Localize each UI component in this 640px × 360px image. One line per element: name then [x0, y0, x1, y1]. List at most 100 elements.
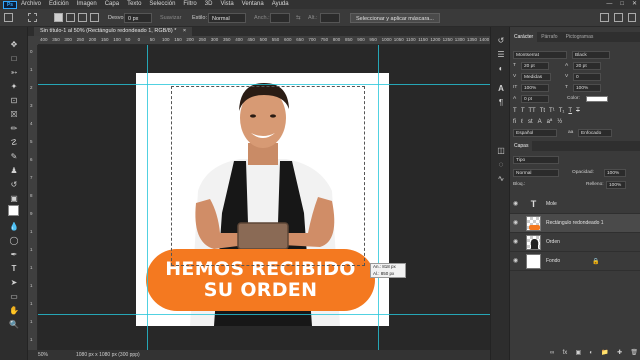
- selection-marquee[interactable]: [171, 86, 365, 266]
- vertical-scale-input[interactable]: 100%: [521, 84, 549, 92]
- close-window-icon[interactable]: ✕: [632, 0, 637, 9]
- move-tool-icon[interactable]: ✥: [3, 39, 25, 51]
- character-panel-icon[interactable]: A: [495, 83, 507, 95]
- zoom-level[interactable]: 50%: [38, 350, 48, 360]
- brush-icon[interactable]: ✎: [3, 151, 25, 163]
- tab-caracter[interactable]: Carácter: [510, 32, 538, 42]
- menu-archivo[interactable]: Archivo: [17, 0, 45, 9]
- blend-mode-select[interactable]: Normal: [513, 169, 559, 177]
- frame-icon[interactable]: ☒: [3, 109, 25, 121]
- blur-icon[interactable]: 💧: [3, 221, 25, 233]
- opacity-input[interactable]: 100%: [604, 169, 626, 177]
- menu-capa[interactable]: Capa: [101, 0, 123, 9]
- layer-row[interactable]: ◉ T Mole: [510, 195, 640, 214]
- menu-imagen[interactable]: Imagen: [73, 0, 101, 9]
- layer-filter-select[interactable]: Tipo: [513, 156, 559, 164]
- new-group-icon[interactable]: 📁: [601, 348, 608, 358]
- eyedropper-icon[interactable]: ✏: [3, 123, 25, 135]
- paragraph-panel-icon[interactable]: ¶: [495, 97, 507, 109]
- tab-pictogramas[interactable]: Pictogramas: [562, 32, 598, 42]
- menu-filtro[interactable]: Filtro: [179, 0, 200, 9]
- dodge-icon[interactable]: ◯: [3, 235, 25, 247]
- menu-ventana[interactable]: Ventana: [238, 0, 268, 9]
- zoom-icon[interactable]: 🔍: [3, 319, 25, 331]
- underline-icon[interactable]: T: [568, 107, 572, 116]
- tab-capas[interactable]: Capas: [510, 141, 533, 151]
- layer-style-icon[interactable]: fx: [563, 348, 568, 358]
- text-color-swatch[interactable]: [586, 96, 608, 102]
- smooth-checkbox[interactable]: Suavizar: [160, 13, 181, 23]
- guide-vertical-right[interactable]: [378, 45, 379, 350]
- strikethrough-icon[interactable]: T: [576, 107, 580, 116]
- paths-panel-icon[interactable]: ∿: [495, 173, 507, 185]
- properties-panel-icon[interactable]: ☰: [495, 49, 507, 61]
- horizontal-scale-input[interactable]: 100%: [573, 84, 601, 92]
- intersect-selection-icon[interactable]: [90, 13, 99, 22]
- subscript-icon[interactable]: T₁: [559, 107, 565, 116]
- home-icon[interactable]: [4, 13, 13, 22]
- delete-layer-icon[interactable]: 🗑: [630, 348, 638, 358]
- stamp-icon[interactable]: ♟: [3, 165, 25, 177]
- lock-icon[interactable]: 🔒: [592, 258, 599, 265]
- crop-icon[interactable]: ⊡: [3, 95, 25, 107]
- small-caps-icon[interactable]: Tt: [540, 107, 545, 116]
- ligature-icon[interactable]: fi: [513, 118, 516, 127]
- language-select[interactable]: Español: [513, 129, 557, 137]
- menu-vista[interactable]: Vista: [216, 0, 237, 9]
- pen-icon[interactable]: ✒: [3, 249, 25, 261]
- new-layer-icon[interactable]: ✚: [617, 348, 622, 358]
- type-tool-icon[interactable]: T: [3, 263, 25, 275]
- guide-horizontal-top[interactable]: [38, 84, 490, 85]
- layer-row-selected[interactable]: ◉ Rectángulo redondeado 1: [510, 214, 640, 233]
- visibility-eye-icon[interactable]: ◉: [513, 239, 521, 245]
- font-style-select[interactable]: Black: [572, 51, 610, 59]
- font-size-input[interactable]: 20 pt: [521, 62, 549, 70]
- subtract-selection-icon[interactable]: [78, 13, 87, 22]
- guide-vertical-left[interactable]: [147, 45, 148, 350]
- path-select-icon[interactable]: ➤: [3, 277, 25, 289]
- kerning-select[interactable]: Medidas: [521, 73, 551, 81]
- baseline-input[interactable]: 0 pt: [521, 95, 549, 103]
- menu-ayuda[interactable]: Ayuda: [268, 0, 293, 9]
- horizontal-ruler[interactable]: 400 350 300 250 200 150 100 50 0 50 100 150 200 250 30…: [38, 36, 490, 45]
- style-select[interactable]: Normal: [208, 13, 246, 23]
- foreground-color-swatch[interactable]: [8, 205, 19, 216]
- hand-icon[interactable]: ✋: [3, 305, 25, 317]
- ordinal-icon[interactable]: aª: [547, 118, 553, 127]
- fraction-icon[interactable]: ½: [557, 118, 562, 127]
- add-mask-icon[interactable]: ▣: [575, 348, 581, 358]
- swash-icon[interactable]: ℓ: [521, 118, 523, 127]
- menu-edicion[interactable]: Edición: [45, 0, 73, 9]
- marquee-tool-icon[interactable]: [28, 13, 37, 22]
- layer-row[interactable]: ◉ Orden: [510, 233, 640, 252]
- layer-row[interactable]: ◉ Fondo 🔒: [510, 252, 640, 271]
- layers-panel-icon[interactable]: ◫: [495, 145, 507, 157]
- feather-input[interactable]: 0 px: [124, 13, 152, 23]
- leading-input[interactable]: 20 pt: [573, 62, 601, 70]
- menu-texto[interactable]: Texto: [123, 0, 145, 9]
- visibility-eye-icon[interactable]: ◉: [513, 201, 521, 207]
- channels-panel-icon[interactable]: ◌: [495, 159, 507, 171]
- tab-parrafo[interactable]: Párrafo: [537, 32, 561, 42]
- shape-icon[interactable]: ▭: [3, 291, 25, 303]
- close-tab-icon[interactable]: ×: [183, 28, 186, 34]
- faux-bold-icon[interactable]: T: [513, 107, 517, 116]
- vertical-ruler[interactable]: 0 1 2 3 4 5 6 7 8 9 1 1 1 1 1 1 1: [28, 45, 38, 350]
- history-brush-icon[interactable]: ↺: [3, 179, 25, 191]
- document-tab[interactable]: Sin título-1 al 50% (Rectángulo redondea…: [34, 27, 193, 36]
- menu-3d[interactable]: 3D: [201, 0, 217, 9]
- search-icon[interactable]: [600, 13, 609, 22]
- titling-icon[interactable]: A: [538, 118, 542, 127]
- share-icon[interactable]: [628, 13, 636, 22]
- visibility-eye-icon[interactable]: ◉: [513, 220, 521, 226]
- superscript-icon[interactable]: T¹: [549, 107, 555, 116]
- all-caps-icon[interactable]: TT: [528, 107, 535, 116]
- adjustments-panel-icon[interactable]: ◐: [495, 63, 507, 75]
- history-panel-icon[interactable]: ↺: [495, 35, 507, 47]
- guide-horizontal-bottom[interactable]: [38, 314, 490, 315]
- antialias-select[interactable]: Enfocado: [578, 129, 612, 137]
- fill-input[interactable]: 100%: [606, 181, 626, 189]
- eraser-icon[interactable]: ▣: [3, 193, 25, 205]
- swap-icon[interactable]: ⇆: [296, 13, 301, 23]
- marquee-icon[interactable]: □: [3, 53, 25, 65]
